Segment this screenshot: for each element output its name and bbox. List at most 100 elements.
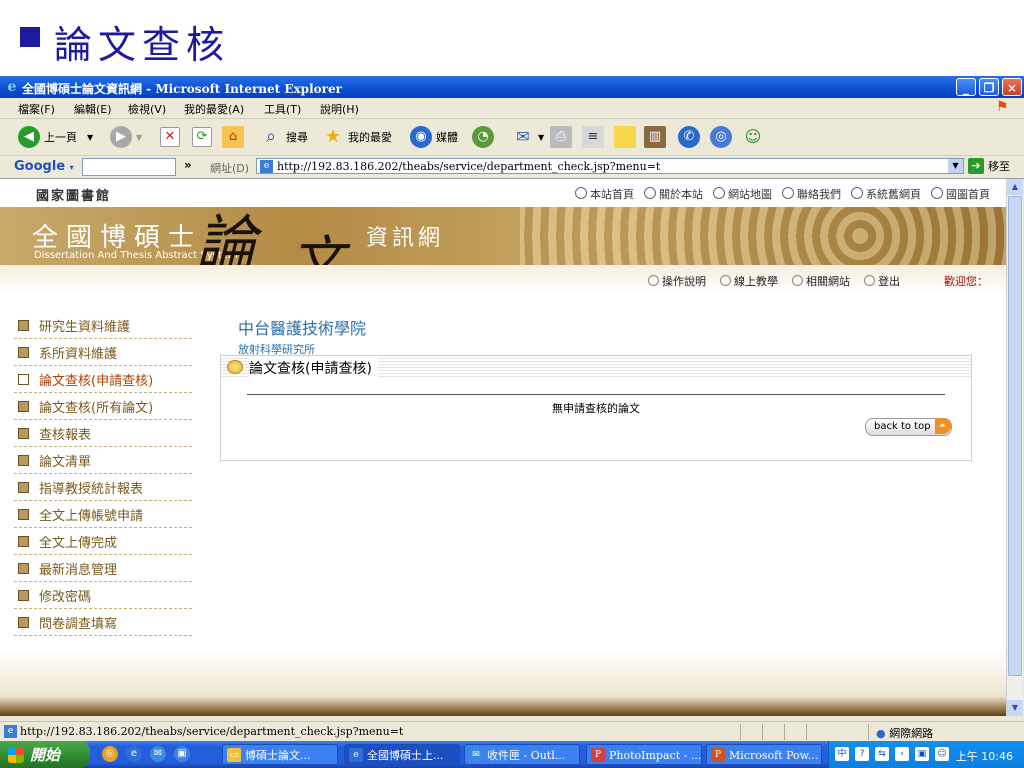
status-divider	[784, 724, 785, 740]
quicklaunch-outlook-icon[interactable]: ✉	[150, 746, 166, 762]
toplink-oldsite[interactable]: 系統舊網頁	[851, 186, 921, 202]
quicklaunch-desktop-icon[interactable]: ▣	[174, 746, 190, 762]
sidemenu-item-upload-account[interactable]: 全文上傳帳號申請	[14, 502, 192, 528]
library-name[interactable]: 國家圖書館	[36, 185, 111, 204]
slide-title-area: 論文查核	[0, 0, 1024, 76]
sidemenu-item-check-all[interactable]: 論文查核(所有論文)	[14, 394, 192, 420]
sidemenu-item-student-data[interactable]: 研究生資料維護	[14, 313, 192, 339]
check-panel: 論文查核(申請查核) 無申請查核的論文 back to top ⏶	[220, 355, 972, 461]
scroll-down-icon[interactable]: ▼	[1007, 700, 1023, 716]
toplink-contact[interactable]: 聯絡我們	[782, 186, 841, 202]
mail-button[interactable]: ✉ ▼	[512, 124, 544, 150]
menu-tools[interactable]: 工具(T)	[264, 101, 301, 117]
subnav-logout[interactable]: 登出	[864, 273, 900, 289]
sidemenu-item-upload-done[interactable]: 全文上傳完成	[14, 529, 192, 555]
subnav-tutorial[interactable]: 線上教學	[720, 273, 778, 289]
tray-ime-icon[interactable]: 中	[835, 747, 849, 761]
address-input[interactable]: e http://192.83.186.202/theabs/service/d…	[256, 158, 964, 174]
vertical-scrollbar[interactable]: ▲ ▼	[1006, 179, 1023, 716]
task-label: Microsoft Pow...	[729, 749, 819, 762]
menu-edit[interactable]: 編輯(E)	[74, 101, 112, 117]
google-search-input[interactable]	[82, 158, 176, 176]
print-button[interactable]: ⎙	[550, 124, 576, 150]
task-outlook[interactable]: ✉ 收件匣 - Outl...	[464, 744, 580, 765]
stop-button[interactable]: ✕	[160, 124, 184, 150]
sidemenu-item-password[interactable]: 修改密碼	[14, 583, 192, 609]
edit-icon: ≡	[582, 126, 604, 148]
close-button[interactable]: ×	[1002, 78, 1022, 96]
toplink-about-label: 關於本站	[659, 188, 703, 201]
refresh-button[interactable]: ⟳	[192, 124, 216, 150]
back-button[interactable]: ◀ 上一頁 ▼	[18, 124, 93, 150]
toplink-home[interactable]: 本站首頁	[575, 186, 634, 202]
globe-icon: ●	[876, 727, 886, 740]
task-ie[interactable]: e 全國博碩士上...	[344, 744, 460, 765]
toplink-sitemap-label: 網站地圖	[728, 188, 772, 201]
toplink-about[interactable]: 關於本站	[644, 186, 703, 202]
research-button[interactable]: ▥	[644, 124, 670, 150]
toplink-sitemap[interactable]: 網站地圖	[713, 186, 772, 202]
back-dropdown-icon[interactable]: ▼	[87, 133, 93, 142]
back-to-top-button[interactable]: back to top ⏶	[865, 418, 952, 436]
address-url: http://192.83.186.202/theabs/service/dep…	[277, 160, 661, 173]
quicklaunch-chrome-icon[interactable]: ◎	[102, 746, 118, 762]
tray-network-icon[interactable]: ⇆	[875, 747, 889, 761]
bullet-icon	[18, 401, 29, 412]
google-dropdown-icon: ▾	[69, 163, 74, 172]
window-title: 全國博碩士論文資訊網 - Microsoft Internet Explorer	[22, 82, 342, 96]
messenger-button[interactable]: ✆	[678, 124, 704, 150]
sidemenu-item-list[interactable]: 論文清單	[14, 448, 192, 474]
task-folder[interactable]: ▭ 博碩士論文...	[222, 744, 338, 765]
menu-help[interactable]: 說明(H)	[320, 101, 359, 117]
forward-dropdown-icon[interactable]: ▼	[136, 133, 142, 142]
task-powerpoint[interactable]: P Microsoft Pow...	[706, 744, 822, 765]
tray-help-icon[interactable]: ?	[855, 747, 869, 761]
sidemenu-item-news[interactable]: 最新消息管理	[14, 556, 192, 582]
task-photoimpact[interactable]: P PhotoImpact - ...	[586, 744, 702, 765]
forward-button[interactable]: ▶ ▼	[110, 124, 142, 150]
sidemenu-item-dept-data[interactable]: 系所資料維護	[14, 340, 192, 366]
google-toolbar-logo[interactable]: Google ▾	[14, 159, 74, 174]
scroll-up-icon[interactable]: ▲	[1007, 179, 1023, 195]
menu-favorites[interactable]: 我的最愛(A)	[184, 101, 244, 117]
sidemenu-item-check-applied[interactable]: 論文查核(申請查核)	[14, 367, 192, 393]
favorites-button[interactable]: ★ 我的最愛	[322, 124, 392, 150]
tray-users-icon[interactable]: ☺	[935, 747, 949, 761]
bullet-square-icon	[20, 27, 40, 47]
subnav-guide[interactable]: 操作說明	[648, 273, 706, 289]
windows-taskbar: 開始 ◎ e ✉ ▣ ▭ 博碩士論文... e 全國博碩士上... ✉ 收件匣 - O…	[0, 741, 1024, 768]
edit-button[interactable]: ≡	[582, 124, 608, 150]
contacts-button[interactable]: ☺	[742, 124, 768, 150]
menu-view[interactable]: 檢視(V)	[128, 101, 166, 117]
media-button[interactable]: ◉ 媒體	[410, 124, 458, 150]
panel-header: 論文查核(申請查核)	[221, 356, 971, 378]
sidemenu-item-advisor-stats[interactable]: 指導教授統計報表	[14, 475, 192, 501]
system-tray: 中 ? ⇆ ‹ ▣ ☺ 上午 10:46	[828, 741, 1024, 768]
sidemenu-item-survey[interactable]: 問卷調查填寫	[14, 610, 192, 636]
home-button[interactable]: ⌂	[222, 124, 248, 150]
maximize-button[interactable]: ❐	[979, 78, 999, 96]
toplink-ncl[interactable]: 國圖首頁	[931, 186, 990, 202]
history-button[interactable]: ◔	[472, 124, 498, 150]
quicklaunch-ie-icon[interactable]: e	[126, 746, 142, 762]
minimize-button[interactable]: _	[956, 78, 976, 96]
zone-label: 網際網路	[889, 727, 934, 740]
address-dropdown-icon[interactable]: ▼	[948, 159, 963, 173]
mail-dropdown-icon[interactable]: ▼	[538, 133, 544, 142]
extra-button[interactable]: ◎	[710, 124, 736, 150]
subnav-related[interactable]: 相關網站	[792, 273, 850, 289]
discuss-button[interactable]	[614, 124, 640, 150]
banner-subtitle: 資訊網	[366, 226, 445, 251]
sidemenu-item-report[interactable]: 查核報表	[14, 421, 192, 447]
scroll-thumb[interactable]	[1008, 196, 1022, 676]
start-label: 開始	[30, 746, 61, 764]
toolbar-chevron[interactable]: »	[184, 158, 192, 172]
go-button[interactable]: ➔ 移至	[968, 158, 1010, 174]
menu-file[interactable]: 檔案(F)	[18, 101, 55, 117]
window-titlebar[interactable]: e 全國博碩士論文資訊網 - Microsoft Internet Explor…	[0, 76, 1024, 98]
tray-arrow-icon[interactable]: ‹	[895, 747, 909, 761]
media-label: 媒體	[436, 131, 458, 144]
start-button[interactable]: 開始	[0, 741, 90, 768]
search-button[interactable]: ⌕ 搜尋	[260, 124, 308, 150]
tray-computer-icon[interactable]: ▣	[915, 747, 929, 761]
